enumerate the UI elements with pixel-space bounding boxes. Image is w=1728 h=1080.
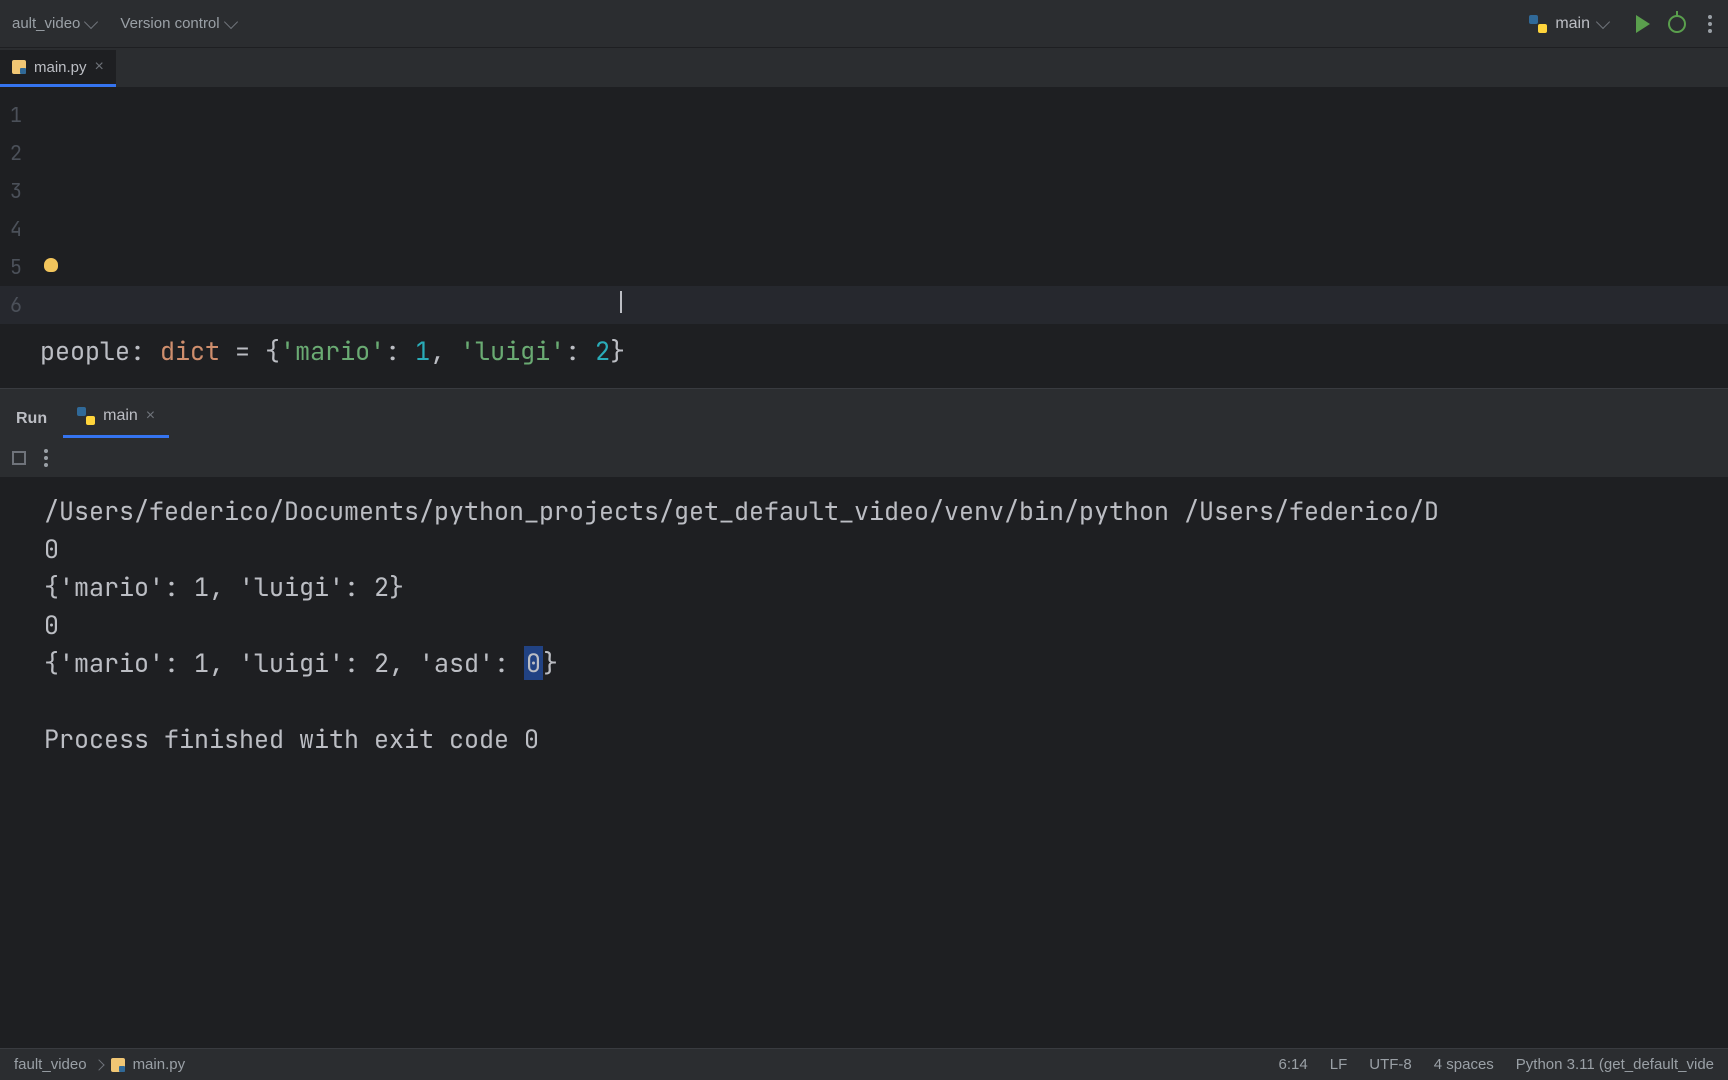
close-run-tab-button[interactable]: × bbox=[146, 407, 155, 425]
breadcrumb[interactable]: fault_video main.py bbox=[14, 1056, 185, 1073]
breadcrumb-file[interactable]: main.py bbox=[133, 1056, 186, 1073]
console-output[interactable]: /Users/federico/Documents/python_project… bbox=[0, 478, 1728, 1048]
current-line-highlight bbox=[0, 286, 1728, 324]
file-encoding[interactable]: UTF-8 bbox=[1369, 1056, 1412, 1073]
console-line: {'mario': 1, 'luigi': 2, 'asd': 0} bbox=[44, 646, 558, 680]
console-line: 0 bbox=[44, 608, 59, 642]
breadcrumb-folder[interactable]: fault_video bbox=[14, 1056, 87, 1073]
editor-tab-bar: main.py × bbox=[0, 48, 1728, 88]
secondary-caret bbox=[620, 291, 622, 313]
run-button[interactable] bbox=[1636, 15, 1650, 33]
chevron-down-icon bbox=[224, 15, 238, 29]
run-panel-header: Run main × bbox=[0, 388, 1728, 438]
python-interpreter[interactable]: Python 3.11 (get_default_vide bbox=[1516, 1056, 1714, 1073]
stop-button[interactable] bbox=[12, 451, 26, 465]
chevron-down-icon bbox=[1596, 15, 1610, 29]
vcs-dropdown[interactable]: Version control bbox=[120, 15, 235, 32]
console-command: /Users/federico/Documents/python_project… bbox=[44, 494, 1439, 528]
code-editor[interactable]: 1 2 3 4 5 6 people: dict = {'mario': 1, … bbox=[0, 88, 1728, 388]
console-line: {'mario': 1, 'luigi': 2} bbox=[44, 570, 404, 604]
line-gutter: 1 2 3 4 5 6 bbox=[0, 88, 30, 324]
run-more-actions[interactable] bbox=[40, 445, 52, 471]
editor-tab-main[interactable]: main.py × bbox=[0, 50, 116, 87]
run-toolbar bbox=[0, 438, 1728, 478]
more-actions-button[interactable] bbox=[1704, 11, 1716, 37]
python-icon bbox=[77, 407, 95, 425]
console-exit-line: Process finished with exit code 0 bbox=[44, 722, 539, 756]
python-file-icon bbox=[111, 1058, 125, 1072]
caret-position[interactable]: 6:14 bbox=[1279, 1056, 1308, 1073]
python-file-icon bbox=[12, 60, 26, 74]
console-line: 0 bbox=[44, 532, 59, 566]
python-icon bbox=[1529, 15, 1547, 33]
indent-setting[interactable]: 4 spaces bbox=[1434, 1056, 1494, 1073]
chevron-down-icon bbox=[84, 15, 98, 29]
run-config-selector[interactable]: main bbox=[1519, 11, 1618, 37]
vcs-label: Version control bbox=[120, 15, 219, 32]
tab-filename: main.py bbox=[34, 59, 87, 76]
chevron-right-icon bbox=[93, 1059, 104, 1070]
highlighted-value: 0 bbox=[524, 646, 543, 680]
run-panel-title: Run bbox=[0, 400, 63, 438]
run-config-label: main bbox=[1555, 15, 1590, 33]
line-separator[interactable]: LF bbox=[1330, 1056, 1348, 1073]
project-name-fragment: ault_video bbox=[12, 15, 80, 32]
project-dropdown[interactable]: ault_video bbox=[12, 15, 96, 32]
run-tab-main[interactable]: main × bbox=[63, 397, 169, 438]
debug-button[interactable] bbox=[1668, 15, 1686, 33]
close-tab-button[interactable]: × bbox=[95, 58, 104, 76]
status-bar: fault_video main.py 6:14 LF UTF-8 4 spac… bbox=[0, 1048, 1728, 1080]
code-content[interactable]: people: dict = {'mario': 1, 'luigi': 2} … bbox=[0, 324, 1728, 388]
run-tab-label: main bbox=[103, 407, 138, 425]
top-bar: ault_video Version control main bbox=[0, 0, 1728, 48]
intention-bulb-icon[interactable] bbox=[44, 258, 58, 272]
